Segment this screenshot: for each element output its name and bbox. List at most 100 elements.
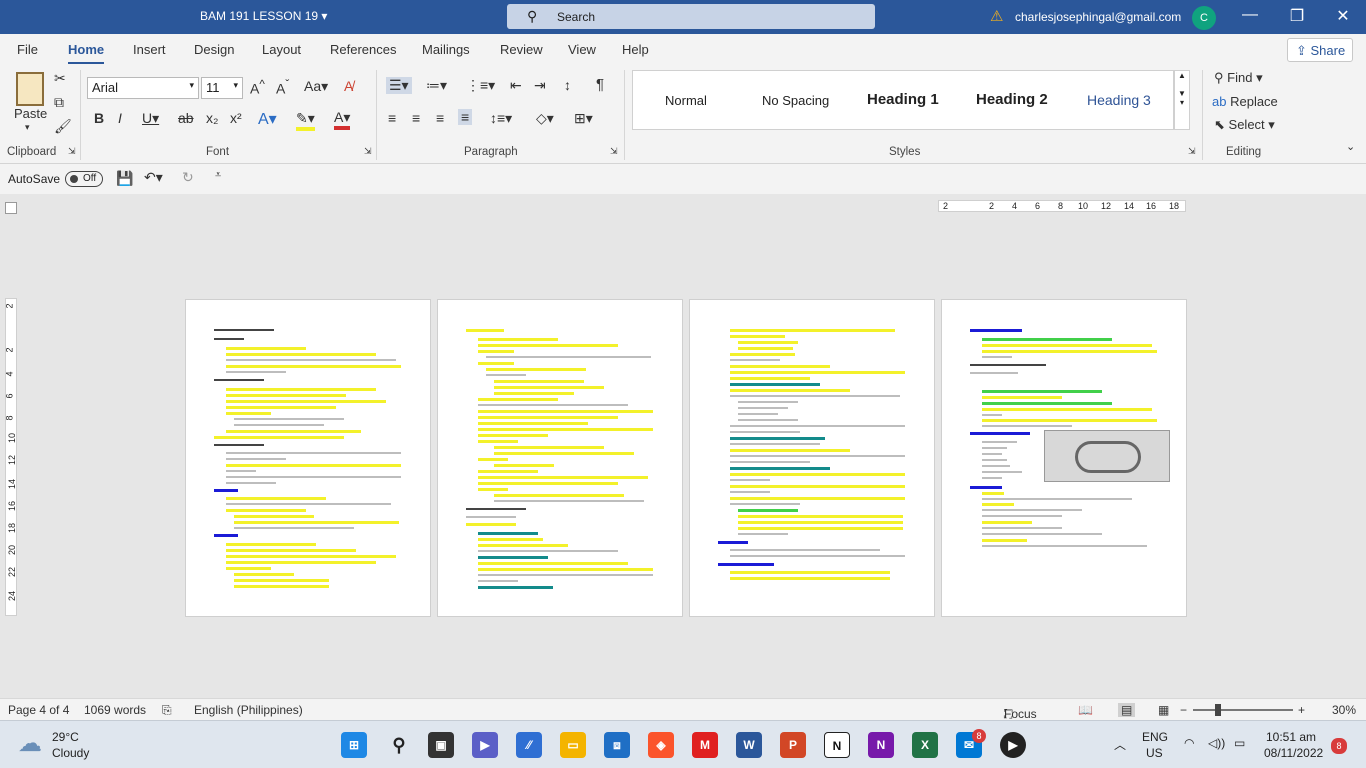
justify-icon[interactable]: ≡ bbox=[458, 109, 473, 125]
weather-desc[interactable]: Cloudy bbox=[52, 746, 89, 760]
page-thumbnail[interactable] bbox=[437, 299, 683, 617]
bold-icon[interactable]: B bbox=[94, 110, 104, 126]
language-indicator-2[interactable]: US bbox=[1146, 746, 1163, 760]
tab-references[interactable]: References bbox=[330, 42, 396, 57]
tab-home[interactable]: Home bbox=[68, 42, 105, 65]
redo-icon[interactable]: ↻ bbox=[182, 169, 194, 186]
battery-icon[interactable]: ▭ bbox=[1234, 736, 1245, 750]
notification-badge[interactable]: 8 bbox=[1331, 738, 1347, 754]
tab-mailings[interactable]: Mailings bbox=[422, 42, 470, 57]
align-right-icon[interactable]: ≡ bbox=[436, 110, 444, 126]
search-taskbar-icon[interactable]: ⚲ bbox=[386, 732, 412, 758]
cloud-icon[interactable]: ☁ bbox=[18, 729, 42, 758]
page-thumbnail[interactable] bbox=[185, 299, 431, 617]
language-status[interactable]: English (Philippines) bbox=[194, 703, 303, 717]
underline-icon[interactable]: U▾ bbox=[142, 110, 159, 127]
restore-button[interactable]: ❐ bbox=[1282, 6, 1312, 26]
font-name-combo[interactable]: Arial ▾ bbox=[87, 77, 199, 99]
paste-label[interactable]: Paste bbox=[14, 106, 47, 121]
tab-file[interactable]: File bbox=[17, 42, 38, 57]
tray-overflow-icon[interactable]: ︿ bbox=[1114, 736, 1126, 753]
replace-button[interactable]: ab Replace bbox=[1212, 94, 1278, 109]
show-formatting-icon[interactable]: ¶ bbox=[596, 76, 604, 93]
vertical-ruler[interactable]: 2 2 4 6 8 10 12 14 16 18 20 22 24 bbox=[5, 298, 17, 616]
shading-icon[interactable]: ◇▾ bbox=[536, 110, 554, 127]
style-heading-1[interactable]: Heading 1 bbox=[867, 91, 939, 108]
tab-insert[interactable]: Insert bbox=[133, 42, 166, 57]
media-player-icon[interactable]: ▶ bbox=[1000, 732, 1026, 758]
styles-scroll[interactable]: ▲ ▼ ▾ bbox=[1174, 70, 1190, 130]
tab-layout[interactable]: Layout bbox=[262, 42, 301, 57]
clock-time[interactable]: 10:51 am bbox=[1266, 730, 1316, 744]
multilevel-list-icon[interactable]: ⋮≡▾ bbox=[466, 77, 495, 94]
highlight-icon[interactable]: ✎▾ bbox=[296, 110, 315, 131]
document-title[interactable]: BAM 191 LESSON 19 ▾ bbox=[200, 9, 327, 23]
zoom-slider-thumb[interactable] bbox=[1215, 704, 1221, 716]
store-icon[interactable]: ⧈ bbox=[604, 732, 630, 758]
windows-start-icon[interactable]: ⊞ bbox=[341, 732, 367, 758]
share-button[interactable]: ⇪ Share bbox=[1287, 38, 1353, 62]
word-count[interactable]: 1069 words bbox=[84, 703, 146, 717]
zoom-level[interactable]: 30% bbox=[1332, 703, 1356, 717]
style-normal[interactable]: Normal bbox=[665, 93, 707, 108]
clock-date[interactable]: 08/11/2022 bbox=[1264, 746, 1323, 760]
font-launcher-icon[interactable]: ⇲ bbox=[364, 146, 372, 157]
superscript-icon[interactable]: x² bbox=[230, 110, 242, 126]
minimize-button[interactable]: — bbox=[1235, 6, 1265, 24]
warning-icon[interactable]: ⚠ bbox=[990, 7, 1003, 25]
increase-indent-icon[interactable]: ⇥ bbox=[534, 77, 546, 94]
paste-icon[interactable] bbox=[16, 72, 44, 106]
sort-icon[interactable]: ↕ bbox=[564, 77, 571, 93]
zoom-out-icon[interactable]: − bbox=[1180, 703, 1187, 717]
file-explorer-icon[interactable]: ▭ bbox=[560, 732, 586, 758]
style-heading-3[interactable]: Heading 3 bbox=[1087, 92, 1151, 108]
tab-review[interactable]: Review bbox=[500, 42, 543, 57]
close-button[interactable]: ✕ bbox=[1328, 6, 1358, 26]
paste-dropdown-icon[interactable]: ▾ bbox=[25, 122, 30, 133]
borders-icon[interactable]: ⊞▾ bbox=[574, 110, 593, 127]
save-icon[interactable]: 💾 bbox=[116, 170, 133, 187]
mcafee-icon[interactable]: M bbox=[692, 732, 718, 758]
brave-icon[interactable]: ◈ bbox=[648, 732, 674, 758]
italic-icon[interactable]: I bbox=[118, 110, 122, 126]
change-case-icon[interactable]: Aa▾ bbox=[304, 78, 328, 95]
text-effects-icon[interactable]: A▾ bbox=[258, 109, 277, 129]
numbering-icon[interactable]: ≔▾ bbox=[426, 77, 447, 94]
web-layout-icon[interactable]: ▦ bbox=[1158, 703, 1169, 717]
page-count[interactable]: Page 4 of 4 bbox=[8, 703, 69, 717]
powerpoint-icon[interactable]: P bbox=[780, 732, 806, 758]
page-thumbnail[interactable] bbox=[689, 299, 935, 617]
paragraph-launcher-icon[interactable]: ⇲ bbox=[610, 146, 618, 157]
customize-qat-icon[interactable]: ⩡ bbox=[215, 169, 221, 182]
read-mode-icon[interactable]: 📖 bbox=[1078, 703, 1093, 717]
copy-icon[interactable]: ⧉ bbox=[54, 94, 64, 111]
horizontal-ruler[interactable]: 2 2 4 6 8 10 12 14 16 18 bbox=[938, 200, 1186, 212]
font-color-icon[interactable]: A▾ bbox=[334, 109, 351, 130]
language-indicator-1[interactable]: ENG bbox=[1142, 730, 1168, 744]
collapse-ribbon-icon[interactable]: ⌄ bbox=[1346, 140, 1355, 153]
format-painter-icon[interactable]: 🖌 bbox=[54, 118, 72, 135]
tab-view[interactable]: View bbox=[568, 42, 596, 57]
zoom-slider[interactable] bbox=[1193, 709, 1293, 711]
proofing-icon[interactable]: ⎘ bbox=[162, 703, 172, 718]
align-left-icon[interactable]: ≡ bbox=[388, 110, 396, 126]
cut-icon[interactable]: ✂ bbox=[54, 70, 66, 87]
onenote-icon[interactable]: N bbox=[868, 732, 894, 758]
print-layout-icon[interactable]: ▤ bbox=[1118, 703, 1136, 717]
undo-icon[interactable]: ↶▾ bbox=[144, 169, 163, 186]
style-no-spacing[interactable]: No Spacing bbox=[762, 93, 829, 108]
page-thumbnail[interactable] bbox=[941, 299, 1187, 617]
autosave-toggle[interactable]: Off bbox=[65, 171, 103, 187]
decrease-indent-icon[interactable]: ⇤ bbox=[510, 77, 522, 94]
chat-icon[interactable]: ▶ bbox=[472, 732, 498, 758]
styles-launcher-icon[interactable]: ⇲ bbox=[1188, 146, 1196, 157]
task-view-icon[interactable]: ▣ bbox=[428, 732, 454, 758]
style-heading-2[interactable]: Heading 2 bbox=[976, 91, 1048, 108]
search-box[interactable]: ⚲ Search bbox=[507, 4, 875, 29]
line-spacing-icon[interactable]: ↕≡▾ bbox=[490, 110, 512, 127]
avatar[interactable]: C bbox=[1192, 6, 1216, 30]
shrink-font-icon[interactable]: Aˇ bbox=[276, 78, 289, 97]
font-size-combo[interactable]: 11 ▾ bbox=[201, 77, 243, 99]
volume-icon[interactable]: ◁)) bbox=[1208, 736, 1225, 750]
clear-formatting-icon[interactable]: A̸ bbox=[344, 78, 353, 94]
